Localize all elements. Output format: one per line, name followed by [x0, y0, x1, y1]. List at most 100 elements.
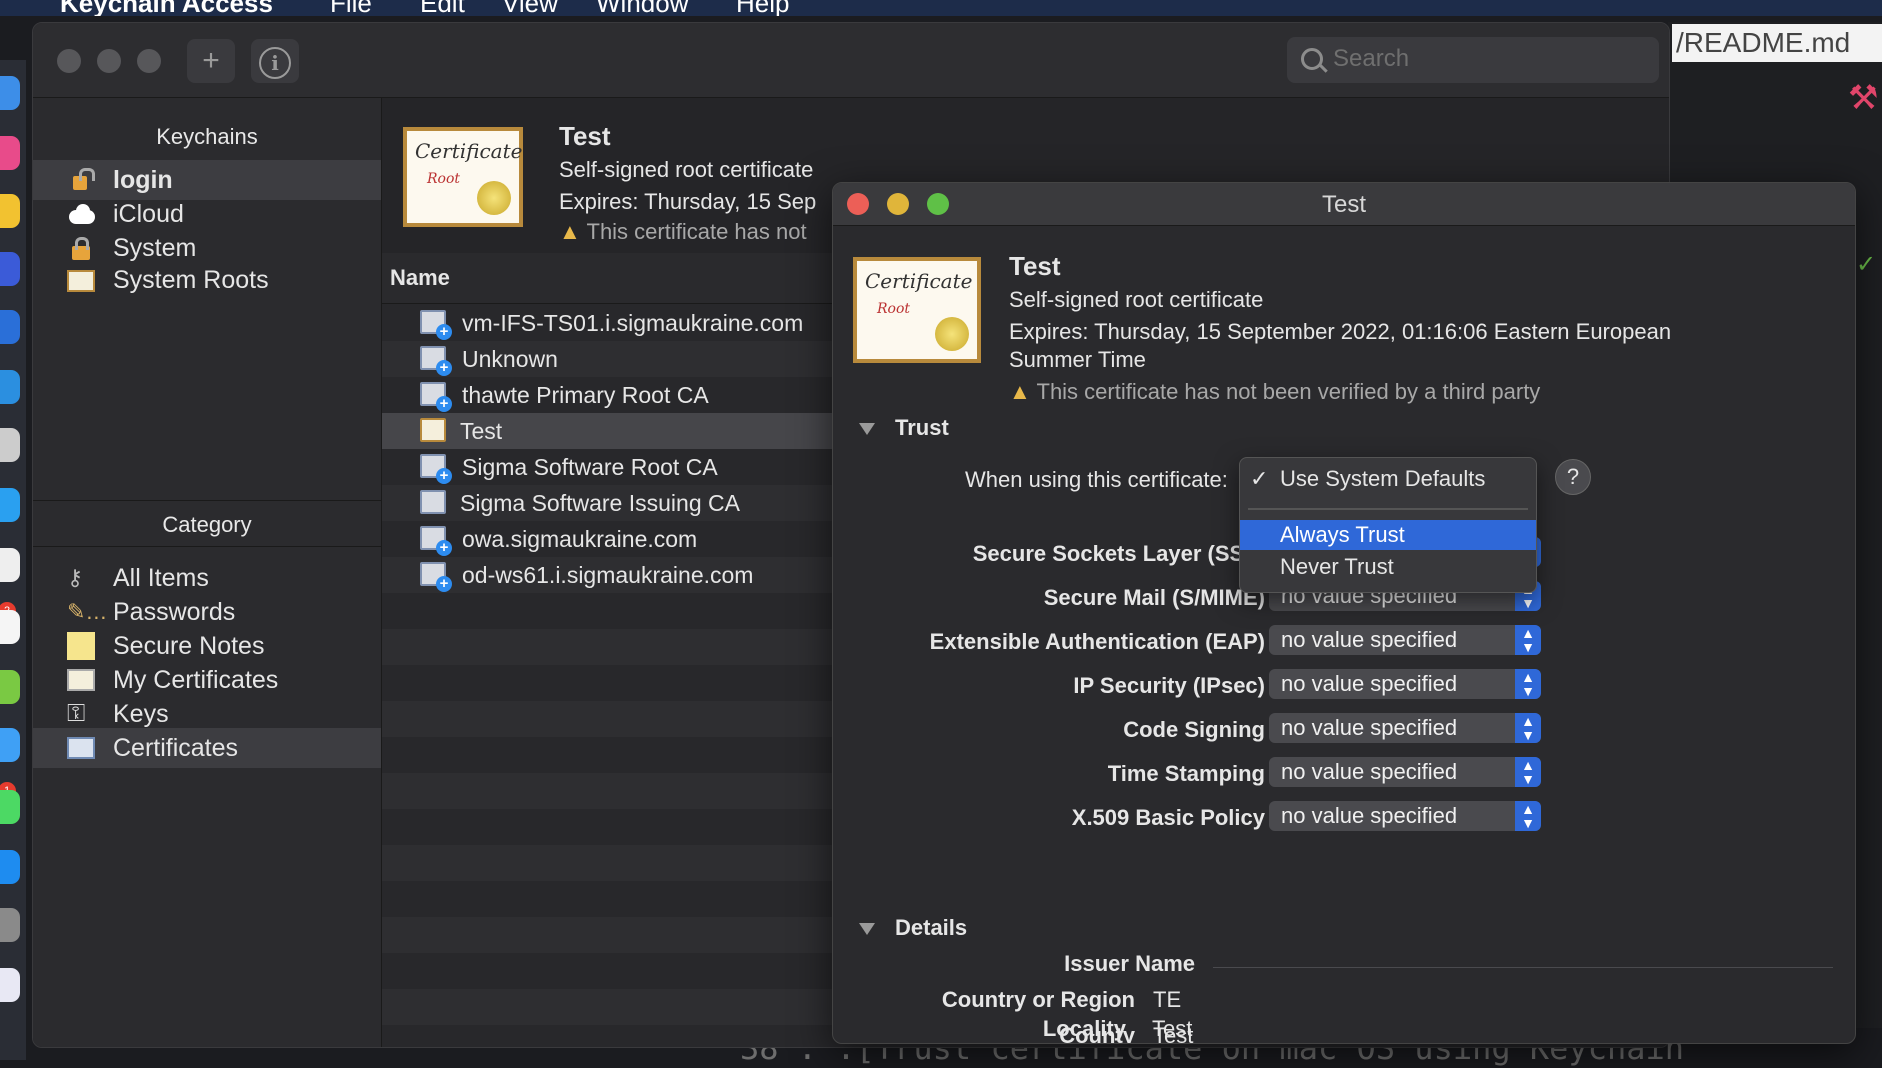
menu-file[interactable]: File — [330, 0, 372, 16]
checkmark-icon: ✓ — [1250, 466, 1269, 491]
info-button[interactable]: i — [251, 39, 299, 83]
calendar-icon[interactable] — [0, 548, 20, 582]
add-button[interactable]: + — [187, 39, 235, 83]
menu-item-use-system-defaults[interactable]: ✓ Use System Defaults — [1240, 464, 1536, 494]
detail-value: TE — [1153, 987, 1182, 1012]
stepper-arrows-icon: ▲▼ — [1515, 625, 1541, 655]
menu-edit[interactable]: Edit — [420, 0, 465, 16]
zoom-button[interactable] — [137, 49, 161, 73]
certificate-icon — [420, 562, 452, 592]
appstore-icon[interactable] — [0, 850, 20, 884]
close-button[interactable] — [57, 49, 81, 73]
sidebar-divider — [33, 500, 381, 501]
dialog-cert-expires: Expires: Thursday, 15 September 2022, 01… — [1009, 319, 1672, 344]
stepper-arrows-icon: ▲▼ — [1515, 669, 1541, 699]
time-stamping-select[interactable]: no value specified ▲ ▼ — [1269, 757, 1541, 787]
preview-icon[interactable] — [0, 968, 20, 1002]
certificate-image: Certificate Root — [403, 127, 523, 227]
minimize-button[interactable] — [97, 49, 121, 73]
info-icon: i — [259, 47, 291, 79]
hammer-icon: ⚒ — [1848, 79, 1879, 117]
ipsec-select[interactable]: no value specified ▲ ▼ — [1269, 669, 1541, 699]
warning-icon: ▲ — [559, 219, 581, 244]
whatsapp-icon[interactable] — [0, 790, 20, 824]
select-value: no value specified — [1281, 759, 1458, 784]
column-name-header[interactable]: Name — [390, 265, 450, 291]
row-label: Sigma Software Root CA — [462, 454, 718, 480]
trust-header[interactable]: Trust — [895, 415, 949, 441]
certificate-icon — [67, 666, 95, 694]
keychains-header: Keychains — [156, 124, 258, 149]
menu-help[interactable]: Help — [736, 0, 789, 16]
menu-window[interactable]: Window — [596, 0, 688, 16]
sidebar: Keychains login iCloud System System Roo… — [33, 98, 382, 1047]
sidebar-divider — [33, 546, 381, 547]
outlook-icon[interactable] — [0, 310, 20, 344]
policy-label: Secure Sockets Layer (SSL) — [972, 541, 1265, 566]
note-icon — [67, 632, 95, 660]
search-icon — [1301, 48, 1323, 70]
maps-icon[interactable] — [0, 670, 20, 704]
skype-icon[interactable] — [0, 370, 20, 404]
help-button[interactable]: ? — [1555, 459, 1591, 495]
sidebar-item-system-roots[interactable]: System Roots — [33, 260, 381, 300]
category-header: Category — [162, 512, 252, 537]
dialog-cert-name: Test — [1009, 251, 1061, 281]
safari-icon[interactable] — [0, 428, 20, 462]
warning-icon: ▲ — [1009, 379, 1031, 404]
menu-item-label: Never Trust — [1280, 554, 1394, 579]
twitter-icon[interactable] — [0, 488, 20, 522]
sidebar-item-certificates[interactable]: Certificates — [33, 728, 381, 768]
policy-label: IP Security (IPsec) — [1073, 673, 1265, 698]
row-label: Sigma Software Issuing CA — [460, 490, 740, 516]
eap-select[interactable]: no value specified ▲ ▼ — [1269, 625, 1541, 655]
photos-icon[interactable] — [0, 136, 20, 170]
certificate-icon — [420, 310, 452, 340]
certificate-image: Certificate Root — [853, 257, 981, 363]
policy-label: Extensible Authentication (EAP) — [929, 629, 1265, 654]
dialog-cert-kind: Self-signed root certificate — [1009, 287, 1264, 312]
menu-item-never-trust[interactable]: Never Trust — [1240, 552, 1536, 582]
code-signing-select[interactable]: no value specified ▲ ▼ — [1269, 713, 1541, 743]
certificate-icon — [420, 454, 452, 484]
search-placeholder: Search — [1333, 45, 1410, 72]
cert-kind: Self-signed root certificate — [559, 157, 814, 182]
app-icon[interactable] — [0, 252, 20, 286]
menu-view[interactable]: View — [502, 0, 558, 16]
row-label: owa.sigmaukraine.com — [462, 526, 698, 552]
disclosure-triangle-icon[interactable] — [859, 423, 875, 435]
certificate-icon — [420, 526, 452, 556]
editor-tab[interactable]: /README.md — [1672, 24, 1882, 62]
menu-bar: Keychain Access File Edit View Window He… — [0, 0, 1882, 16]
app-menu[interactable]: Keychain Access — [60, 0, 273, 16]
sidebar-item-label: System Roots — [113, 266, 269, 294]
dialog-cert-warning: ▲ This certificate has not been verified… — [1009, 379, 1540, 405]
stepper-arrows-icon: ▲▼ — [1515, 757, 1541, 787]
stepper-arrows-icon: ▲▼ — [1515, 801, 1541, 831]
chrome-icon[interactable] — [0, 194, 20, 228]
key-icon: ⚿ — [67, 700, 86, 727]
select-value: no value specified — [1281, 803, 1458, 828]
issuer-name-header: Issuer Name — [1064, 951, 1195, 976]
dialog-warning-text: This certificate has not been verified b… — [1036, 379, 1541, 404]
messages-icon[interactable] — [0, 728, 20, 762]
row-label: od-ws61.i.sigmaukraine.com — [462, 562, 754, 588]
menu-divider — [1248, 508, 1528, 510]
menu-item-always-trust[interactable]: Always Trust — [1240, 520, 1536, 550]
details-header[interactable]: Details — [895, 915, 967, 941]
policy-label: Secure Mail (S/MIME) — [1043, 585, 1265, 610]
notes-icon[interactable] — [0, 610, 20, 644]
sidebar-item-label: Certificates — [113, 734, 239, 762]
certificate-dialog: Test Certificate Root Test Self-signed ro… — [832, 182, 1856, 1044]
select-value: no value specified — [1281, 715, 1458, 740]
finder-icon[interactable] — [0, 76, 20, 110]
dialog-title: Test — [1321, 191, 1366, 218]
disclosure-triangle-icon[interactable] — [859, 923, 875, 935]
cert-name: Test — [559, 121, 611, 151]
settings-icon[interactable] — [0, 908, 20, 942]
policy-label: X.509 Basic Policy — [1071, 805, 1265, 830]
x509-select[interactable]: no value specified ▲ ▼ — [1269, 801, 1541, 831]
cert-warning: ▲ This certificate has not — [559, 219, 807, 245]
cloud-icon — [67, 200, 95, 228]
search-field[interactable]: Search — [1287, 37, 1659, 83]
